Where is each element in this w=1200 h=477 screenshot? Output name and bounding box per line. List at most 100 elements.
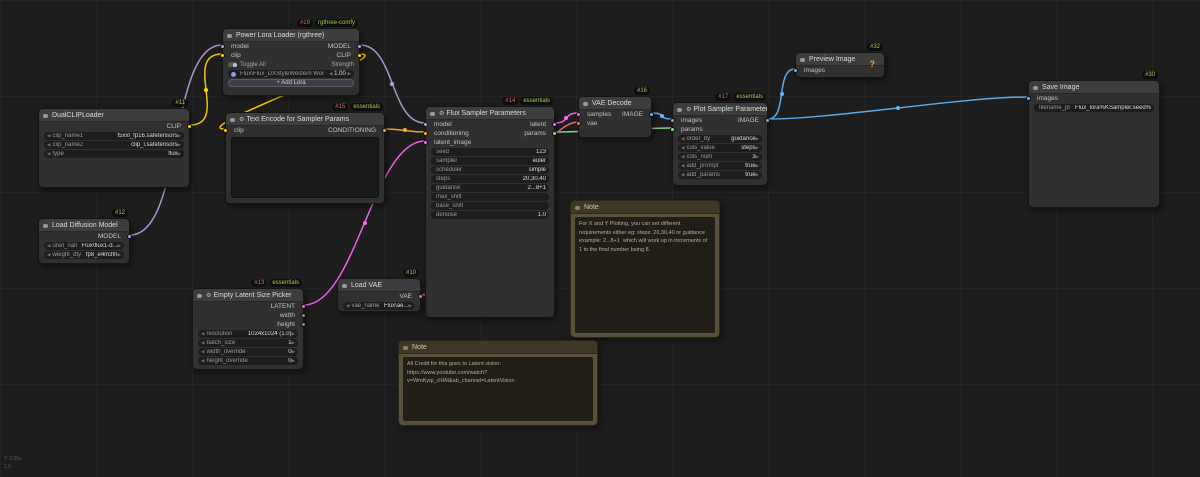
params-input-dot[interactable]: [670, 127, 675, 132]
toggle-all-switch[interactable]: [228, 62, 237, 67]
images-input-dot[interactable]: [670, 118, 675, 123]
width-override-widget[interactable]: ◀ width_override 0 ▶: [198, 348, 298, 356]
params-output-dot[interactable]: [552, 131, 557, 136]
combo-left-arrow-icon[interactable]: ◀: [201, 357, 204, 365]
batch-size-widget[interactable]: ◀ batch_size 1 ▶: [198, 339, 298, 347]
combo-right-arrow-icon[interactable]: ▶: [756, 144, 759, 152]
node-title-bar[interactable]: Load VAE: [338, 279, 420, 292]
node-title-bar[interactable]: Power Lora Loader (rgthree): [223, 29, 359, 42]
combo-right-arrow-icon[interactable]: ▶: [756, 135, 759, 143]
images-input-dot[interactable]: [1026, 96, 1031, 101]
node-title-bar[interactable]: Note: [571, 201, 719, 214]
add-params-widget[interactable]: ◀ add_params true ▶: [678, 171, 762, 179]
collapse-icon[interactable]: [197, 293, 202, 298]
width-output-dot[interactable]: [301, 313, 306, 318]
combo-left-arrow-icon[interactable]: ◀: [329, 71, 332, 76]
base-shift-widget[interactable]: base_shift: [431, 202, 549, 210]
sampler-widget[interactable]: sampler euler: [431, 157, 549, 165]
link-midpoint-dot[interactable]: [204, 88, 208, 92]
combo-right-arrow-icon[interactable]: ▶: [118, 242, 121, 250]
max-shift-widget[interactable]: max_shift: [431, 193, 549, 201]
combo-left-arrow-icon[interactable]: ◀: [346, 302, 349, 310]
combo-right-arrow-icon[interactable]: ▶: [178, 150, 181, 158]
resolution-widget[interactable]: ◀ resolution 1024x1024 (1.0) ▶: [198, 330, 298, 338]
vae-input-dot[interactable]: [576, 121, 581, 126]
order-by-widget[interactable]: ◀ order_by guidance ▶: [678, 135, 762, 143]
node-graph-canvas[interactable]: #11 DualCLIPLoader CLIP ◀ clip_name1 t5x…: [0, 0, 1200, 477]
link-midpoint-dot[interactable]: [363, 221, 367, 225]
node-empty-latent-size-picker[interactable]: #13 essentials ⚙ Empty Latent Size Picker…: [192, 279, 306, 370]
type-widget[interactable]: ◀ type flux ▶: [44, 150, 184, 158]
guidance-widget[interactable]: guidance 2...8+1: [431, 184, 549, 192]
combo-right-arrow-icon[interactable]: ▶: [292, 330, 295, 338]
collapse-icon[interactable]: [583, 101, 588, 106]
height-output-dot[interactable]: [301, 322, 306, 327]
vae-name-widget[interactable]: ◀ vae_name Flux\ae... ▶: [343, 302, 415, 310]
collapse-icon[interactable]: [227, 33, 232, 38]
lora-strength-stepper[interactable]: ◀ 1.00 ▶: [326, 70, 351, 78]
model-input-dot[interactable]: [220, 44, 225, 49]
vae-output-dot[interactable]: [418, 294, 423, 299]
node-power-lora-loader[interactable]: #19 rgthree-comfy Power Lora Loader (rgt…: [220, 19, 362, 96]
model-output-dot[interactable]: [357, 44, 362, 49]
node-load-vae[interactable]: #10 Load VAE VAE ◀ vae_name Flux\ae... ▶: [337, 269, 423, 312]
model-output-dot[interactable]: [127, 234, 132, 239]
combo-left-arrow-icon[interactable]: ◀: [47, 251, 50, 259]
combo-left-arrow-icon[interactable]: ◀: [47, 242, 50, 250]
node-title-bar[interactable]: ⚙ Flux Sampler Parameters: [426, 107, 554, 120]
node-title-bar[interactable]: Note: [399, 341, 597, 354]
link-midpoint-dot[interactable]: [403, 128, 407, 132]
height-override-widget[interactable]: ◀ height_override 0 ▶: [198, 357, 298, 365]
combo-left-arrow-icon[interactable]: ◀: [201, 330, 204, 338]
collapse-icon[interactable]: [575, 205, 580, 210]
collapse-icon[interactable]: [403, 345, 408, 350]
clip-output-dot[interactable]: [357, 53, 362, 58]
link-midpoint-dot[interactable]: [780, 92, 784, 96]
clip-name1-widget[interactable]: ◀ clip_name1 t5xxl_fp16.safetensors ▶: [44, 132, 184, 140]
node-title-bar[interactable]: Save Image: [1029, 81, 1159, 94]
combo-left-arrow-icon[interactable]: ◀: [681, 135, 684, 143]
combo-left-arrow-icon[interactable]: ◀: [681, 144, 684, 152]
clip-input-dot[interactable]: [223, 128, 228, 133]
seed-widget[interactable]: seed 123: [431, 148, 549, 156]
latent-output-dot[interactable]: [552, 122, 557, 127]
link-midpoint-dot[interactable]: [896, 106, 900, 110]
node-save-image[interactable]: #30 Save Image images filename_prefix Fl…: [1026, 71, 1160, 208]
node-dualcliploader[interactable]: #11 DualCLIPLoader CLIP ◀ clip_name1 t5x…: [38, 99, 192, 188]
combo-left-arrow-icon[interactable]: ◀: [47, 150, 50, 158]
latent-output-dot[interactable]: [301, 304, 306, 309]
node-title-bar[interactable]: ⚙ Empty Latent Size Picker: [193, 289, 303, 302]
combo-right-arrow-icon[interactable]: ▶: [292, 339, 295, 347]
node-title-bar[interactable]: Load Diffusion Model: [39, 219, 129, 232]
model-input-dot[interactable]: [423, 122, 428, 127]
unet-name-widget[interactable]: ◀ unet_name Flux\flux1-d... ▶: [44, 242, 124, 250]
combo-left-arrow-icon[interactable]: ◀: [47, 132, 50, 140]
combo-left-arrow-icon[interactable]: ◀: [201, 339, 204, 347]
combo-right-arrow-icon[interactable]: ▶: [292, 357, 295, 365]
collapse-icon[interactable]: [342, 283, 347, 288]
combo-right-arrow-icon[interactable]: ▶: [756, 153, 759, 161]
combo-right-arrow-icon[interactable]: ▶: [178, 141, 181, 149]
node-title-bar[interactable]: DualCLIPLoader: [39, 109, 189, 122]
conditioning-output-dot[interactable]: [382, 128, 387, 133]
link-midpoint-dot[interactable]: [564, 116, 568, 120]
lora-name[interactable]: Flux\Flux_DXStyleWestern Woman - Flu: [240, 71, 324, 77]
combo-left-arrow-icon[interactable]: ◀: [681, 171, 684, 179]
image-output-dot[interactable]: [649, 112, 654, 117]
lora-row[interactable]: Flux\Flux_DXStyleWestern Woman - Flu ◀ 1…: [228, 70, 354, 78]
collapse-icon[interactable]: [677, 107, 682, 112]
denoise-widget[interactable]: denoise 1.0: [431, 211, 549, 219]
steps-widget[interactable]: steps 20,30,40: [431, 175, 549, 183]
combo-right-arrow-icon[interactable]: ▶: [756, 171, 759, 179]
prompt-text-input[interactable]: [231, 137, 379, 198]
combo-left-arrow-icon[interactable]: ◀: [47, 141, 50, 149]
clip-name2-widget[interactable]: ◀ clip_name2 clip_l.safetensors ▶: [44, 141, 184, 149]
conditioning-input-dot[interactable]: [423, 131, 428, 136]
node-preview-image[interactable]: #32 Preview Image images ?: [793, 43, 885, 78]
node-title-bar[interactable]: ⚙ Plot Sampler Parameters: [673, 103, 767, 116]
filename-prefix-widget[interactable]: filename_prefix Flux_lora%KSampler.seed%: [1034, 104, 1154, 112]
combo-left-arrow-icon[interactable]: ◀: [681, 162, 684, 170]
combo-right-arrow-icon[interactable]: ▶: [118, 251, 121, 259]
node-note-plotting[interactable]: Note For X and Y Plotting, you can set d…: [570, 200, 720, 338]
add-lora-button[interactable]: + Add Lora: [228, 79, 354, 87]
